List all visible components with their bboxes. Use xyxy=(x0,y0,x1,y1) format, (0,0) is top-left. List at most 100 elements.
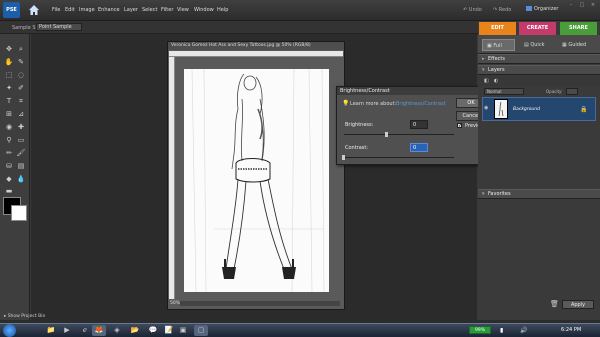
redo-button[interactable]: ↷ Redo xyxy=(493,7,511,13)
menu-window[interactable]: Window xyxy=(194,7,214,13)
lock-icon[interactable]: 🔒 xyxy=(580,106,587,113)
menu-view[interactable]: View xyxy=(177,7,189,13)
adjustment-layer-icon[interactable]: ◐ xyxy=(494,78,498,84)
zoom-tool-icon[interactable]: ⌕ xyxy=(16,44,26,54)
explorer-taskbar-icon[interactable]: 📁 xyxy=(44,325,58,336)
maximize-icon[interactable]: □ xyxy=(577,2,587,9)
contrast-slider-track[interactable] xyxy=(344,157,454,158)
selection-brush-tool-icon[interactable]: ✐ xyxy=(16,83,26,93)
menu-filter[interactable]: Filter xyxy=(161,7,173,13)
gradient-tool-icon[interactable]: ▤ xyxy=(16,161,26,171)
clone-stamp-tool-icon[interactable]: ⚲ xyxy=(4,135,14,145)
contrast-slider-thumb[interactable] xyxy=(342,155,345,160)
new-layer-icon[interactable]: ◧ xyxy=(484,78,489,84)
subtab-full[interactable]: ▣ Full xyxy=(482,39,515,51)
trash-icon[interactable]: 🗑 xyxy=(550,300,559,308)
brightness-slider-thumb[interactable] xyxy=(385,132,388,137)
collapse-triangle-icon[interactable]: ▾ xyxy=(482,67,485,73)
app-taskbar-icon[interactable]: ◈ xyxy=(110,325,124,336)
home-icon[interactable] xyxy=(28,4,40,16)
menu-image[interactable]: Image xyxy=(79,7,95,13)
photo-sketch xyxy=(184,68,329,293)
menu-help[interactable]: Help xyxy=(217,7,228,13)
tab-create[interactable]: CREATE xyxy=(519,22,556,35)
spot-healing-tool-icon[interactable]: ✚ xyxy=(16,122,26,132)
brightness-input[interactable]: 0 xyxy=(410,120,428,129)
menu-file[interactable]: File xyxy=(52,7,60,13)
opacity-input[interactable] xyxy=(566,88,578,95)
move-tool-icon[interactable]: ✥ xyxy=(4,44,14,54)
tab-share[interactable]: SHARE xyxy=(560,22,597,35)
layer-name[interactable]: Background xyxy=(513,107,540,112)
organizer-button[interactable]: Organizer xyxy=(526,6,558,12)
subtab-full-label: Full xyxy=(493,43,502,49)
eyedropper-tool-icon[interactable]: ✎ xyxy=(16,57,26,67)
straighten-tool-icon[interactable]: ⊿ xyxy=(16,109,26,119)
notes-taskbar-icon[interactable]: 📝 xyxy=(162,325,176,336)
layer-thumbnail xyxy=(494,99,508,119)
menu-edit[interactable]: Edit xyxy=(65,7,75,13)
menu-layer[interactable]: Layer xyxy=(124,7,138,13)
blend-mode-select[interactable]: Normal xyxy=(484,88,524,95)
volume-icon[interactable]: 🔊 xyxy=(520,327,527,334)
zoom-level[interactable]: 50% xyxy=(170,301,180,306)
messenger-taskbar-icon[interactable]: 💬 xyxy=(146,325,160,336)
firefox-taskbar-icon[interactable]: 🦊 xyxy=(92,325,106,336)
organizer-label: Organizer xyxy=(534,6,559,12)
editor-taskbar-icon[interactable]: ▢ xyxy=(194,325,208,336)
subtab-quick[interactable]: ▤ Quick xyxy=(520,39,554,51)
ruler-horizontal xyxy=(169,51,343,57)
network-icon[interactable]: ▮ xyxy=(500,327,503,334)
undo-button[interactable]: ↶ Undo xyxy=(463,7,482,13)
collapse-triangle-icon[interactable]: ▾ xyxy=(482,191,485,197)
expand-triangle-icon[interactable]: ▸ xyxy=(482,56,485,62)
sponge-tool-icon[interactable]: ▬ xyxy=(4,186,14,196)
system-clock[interactable]: 6:24 PM xyxy=(561,327,581,333)
brightness-slider-track[interactable] xyxy=(344,134,454,135)
show-project-bin-toggle[interactable]: ▸ Show Project Bin xyxy=(4,314,45,319)
menu-select[interactable]: Select xyxy=(142,7,157,13)
contrast-input[interactable]: 0 xyxy=(410,143,428,152)
image-canvas[interactable] xyxy=(184,68,329,293)
subtab-guided[interactable]: ▦ Guided xyxy=(558,39,596,51)
photoshop-elements-taskbar-icon[interactable]: ▣ xyxy=(176,325,190,336)
sample-size-select[interactable]: Point Sample xyxy=(36,23,82,31)
crop-tool-icon[interactable]: ⌗ xyxy=(16,96,26,106)
paint-bucket-tool-icon[interactable]: ⛁ xyxy=(4,161,14,171)
ruler-vertical xyxy=(169,57,175,299)
close-icon[interactable]: × xyxy=(588,2,598,9)
brush-tool-icon[interactable]: 🖌 xyxy=(16,148,26,158)
pencil-tool-icon[interactable]: ✏ xyxy=(4,148,14,158)
recompose-tool-icon[interactable]: ⊞ xyxy=(4,109,14,119)
minimize-icon[interactable]: – xyxy=(566,2,576,9)
menu-enhance[interactable]: Enhance xyxy=(98,7,120,13)
document-title[interactable]: Veronica Gomez Hot Ass and Sexy Tattoos.… xyxy=(168,42,344,50)
battery-indicator[interactable]: 99% xyxy=(469,326,491,334)
dialog-help-link[interactable]: Brightness/Contrast xyxy=(396,101,446,107)
layers-panel-header[interactable]: Layers xyxy=(478,65,600,75)
lasso-tool-icon[interactable]: ◌ xyxy=(16,70,26,80)
folder-taskbar-icon[interactable]: 📂 xyxy=(128,325,142,336)
ie-taskbar-icon[interactable]: ℯ xyxy=(78,325,92,336)
visibility-eye-icon[interactable]: ◉ xyxy=(484,105,488,111)
opacity-label: Opacity: xyxy=(546,89,563,94)
show-project-bin-label: Show Project Bin xyxy=(7,314,46,319)
effects-panel-header[interactable]: Effects xyxy=(478,54,600,64)
shape-tool-icon[interactable]: ◆ xyxy=(4,174,14,184)
favorites-panel-header[interactable]: Favorites xyxy=(478,189,600,199)
blur-tool-icon[interactable]: 💧 xyxy=(16,174,26,184)
type-tool-icon[interactable]: T xyxy=(4,96,14,106)
wmp-taskbar-icon[interactable]: ▶ xyxy=(60,325,74,336)
start-button-icon[interactable] xyxy=(3,324,16,337)
hand-tool-icon[interactable]: ✋ xyxy=(4,57,14,67)
apply-button[interactable]: Apply xyxy=(562,300,594,309)
magic-wand-tool-icon[interactable]: ✦ xyxy=(4,83,14,93)
marquee-tool-icon[interactable]: ⬚ xyxy=(4,70,14,80)
dialog-title[interactable]: Brightness/Contrast xyxy=(337,87,492,95)
preview-checkbox[interactable]: ✓ xyxy=(457,123,462,129)
red-eye-tool-icon[interactable]: ◉ xyxy=(4,122,14,132)
horizontal-scrollbar[interactable] xyxy=(180,301,340,306)
eraser-tool-icon[interactable]: ▭ xyxy=(16,135,26,145)
tab-edit[interactable]: EDIT xyxy=(479,22,516,35)
background-color-swatch[interactable] xyxy=(11,205,27,221)
